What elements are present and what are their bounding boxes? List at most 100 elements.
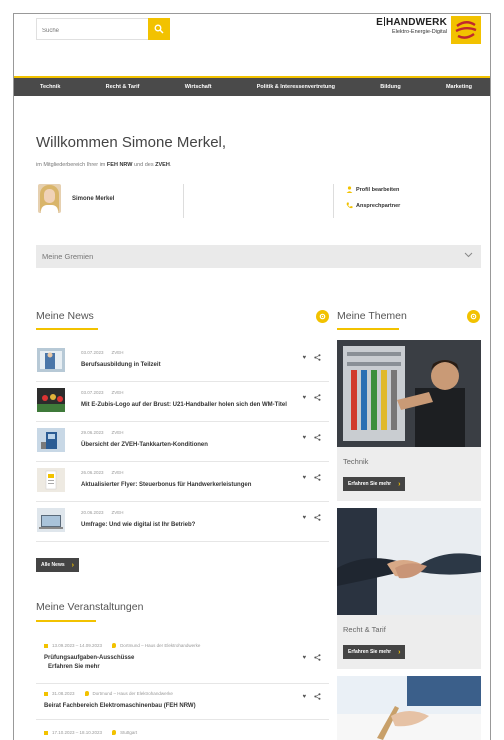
news-date: 26.06.2023 xyxy=(81,470,104,475)
chevron-down-icon xyxy=(464,252,473,258)
news-title[interactable]: Aktualisierter Flyer: Steuerbonus für Ha… xyxy=(81,482,251,488)
news-title[interactable]: Übersicht der ZVEH-Tankkarten-Konditione… xyxy=(81,442,208,448)
news-source: ZVEH xyxy=(111,510,124,515)
event-place: Dortmund – Haus der Elektrohandwerke xyxy=(120,643,201,648)
theme-more-button-recht-tarif[interactable]: Erfahren Sie mehr › xyxy=(343,645,406,659)
share-icon[interactable] xyxy=(314,354,321,361)
share-icon[interactable] xyxy=(314,394,321,401)
events-section-title: Meine Veranstaltungen xyxy=(36,601,144,613)
news-item[interactable]: 20.06.2023 ZVEH Umfrage: Und wie digital … xyxy=(36,502,329,542)
header: EHANDWERK Elektro-Energie-Digital xyxy=(14,14,490,76)
news-item[interactable]: 03.07.2023 ZVEH Mit E-Zubis-Logo auf der … xyxy=(36,382,329,422)
event-meta: 13.09.2023 – 14.09.2023 Dortmund – Haus … xyxy=(44,643,200,648)
news-section-title: Meine News xyxy=(36,310,94,322)
logo-text: E HANDWERK Elektro-Energie-Digital xyxy=(371,17,447,35)
news-meta: 26.06.2023 ZVEH xyxy=(81,470,124,475)
user-icon xyxy=(346,186,353,193)
news-thumbnail xyxy=(37,468,65,492)
heart-icon[interactable]: ♥ xyxy=(302,694,306,700)
event-date: 13.09.2023 – 14.09.2023 xyxy=(52,643,103,648)
theme-label-technik: Technik xyxy=(343,457,369,466)
profile-row: Simone Merkel Profil bearbeiten Ansprech… xyxy=(36,184,481,218)
org-feh-nrw: FEH NRW xyxy=(106,162,133,168)
search-icon xyxy=(154,24,164,34)
logo-letter-e: E xyxy=(376,17,383,28)
event-meta: 31.08.2023 Dortmund – Haus der Elektroha… xyxy=(44,691,173,696)
news-date: 29.06.2023 xyxy=(81,430,104,435)
event-actions: ♥ xyxy=(302,693,321,700)
heart-icon[interactable]: ♥ xyxy=(302,435,306,441)
news-meta: 20.06.2023 ZVEH xyxy=(81,510,124,515)
nav-item-marketing[interactable]: Marketing xyxy=(446,84,472,90)
events-title-underline xyxy=(36,620,96,622)
search-button[interactable] xyxy=(148,18,170,40)
page-title: Willkommen Simone Merkel, xyxy=(36,134,227,151)
heart-icon[interactable]: ♥ xyxy=(302,355,306,361)
event-place: Dortmund – Haus der Elektrohandwerke xyxy=(92,691,173,696)
e-handwerk-logo[interactable]: E HANDWERK Elektro-Energie-Digital xyxy=(371,16,481,44)
event-meta: 17.10.2023 – 18.10.2023 Stuttgart xyxy=(44,730,137,735)
news-title[interactable]: Umfrage: Und wie digital ist Ihr Betrieb… xyxy=(81,522,195,528)
gremien-accordion[interactable]: Meine Gremien xyxy=(36,245,481,268)
chevron-right-icon: › xyxy=(398,480,401,488)
nav-item-recht-tarif[interactable]: Recht & Tarif xyxy=(106,84,140,90)
theme-card-technik: Technik Erfahren Sie mehr › xyxy=(337,447,481,501)
event-title[interactable]: Prüfungsaufgaben-Ausschüsse xyxy=(44,655,134,661)
share-icon[interactable] xyxy=(314,474,321,481)
news-thumbnail xyxy=(37,428,65,452)
news-item[interactable]: 29.06.2023 ZVEH Übersicht der ZVEH-Tankka… xyxy=(36,422,329,462)
heart-icon[interactable]: ♥ xyxy=(302,475,306,481)
event-place: Stuttgart xyxy=(120,730,138,735)
all-news-label: Alle News xyxy=(41,562,65,568)
news-thumbnail xyxy=(37,508,65,532)
news-item[interactable]: 03.07.2023 ZVEH Berufsausbildung in Teilz… xyxy=(36,342,329,382)
event-more-link[interactable]: Erfahren Sie mehr xyxy=(48,664,100,670)
theme-image-third[interactable] xyxy=(337,676,481,740)
location-pin-icon xyxy=(112,643,117,648)
nav-item-bildung[interactable]: Bildung xyxy=(380,84,400,90)
event-date: 31.08.2023 xyxy=(52,691,75,696)
event-item[interactable]: 17.10.2023 – 18.10.2023 Stuttgart xyxy=(36,720,329,740)
share-icon[interactable] xyxy=(314,434,321,441)
news-source: ZVEH xyxy=(111,350,124,355)
news-meta: 03.07.2023 ZVEH xyxy=(81,390,124,395)
nav-item-wirtschaft[interactable]: Wirtschaft xyxy=(185,84,212,90)
news-actions: ♥ xyxy=(302,394,321,401)
divider xyxy=(183,184,184,218)
news-settings-gear-icon[interactable] xyxy=(316,310,329,323)
share-icon[interactable] xyxy=(314,654,321,661)
search-input[interactable] xyxy=(37,21,147,41)
phone-icon xyxy=(346,202,353,209)
event-title[interactable]: Beirat Fachbereich Elektromaschinenbau (… xyxy=(44,703,196,709)
theme-image-recht-tarif[interactable] xyxy=(337,508,481,615)
share-icon[interactable] xyxy=(314,693,321,700)
nav-item-technik[interactable]: Technik xyxy=(40,84,60,90)
news-actions: ♥ xyxy=(302,514,321,521)
search-box xyxy=(36,18,170,41)
heart-icon[interactable]: ♥ xyxy=(302,655,306,661)
all-news-button[interactable]: Alle News › xyxy=(36,558,79,572)
calendar-icon xyxy=(44,643,48,648)
themes-settings-gear-icon[interactable] xyxy=(467,310,480,323)
event-item[interactable]: 31.08.2023 Dortmund – Haus der Elektroha… xyxy=(36,684,329,720)
welcome-sub-prefix: im Mitgliederbereich Ihrer im xyxy=(36,162,106,168)
theme-image-technik[interactable] xyxy=(337,340,481,447)
contact-person-link[interactable]: Ansprechpartner xyxy=(346,202,400,209)
edit-profile-link[interactable]: Profil bearbeiten xyxy=(346,186,399,193)
location-pin-icon xyxy=(84,691,89,696)
user-name: Simone Merkel xyxy=(72,196,115,202)
event-item[interactable]: 13.09.2023 – 14.09.2023 Dortmund – Haus … xyxy=(36,636,329,684)
heart-icon[interactable]: ♥ xyxy=(302,515,306,521)
heart-icon[interactable]: ♥ xyxy=(302,395,306,401)
themes-title-underline xyxy=(337,328,399,330)
news-title[interactable]: Berufsausbildung in Teilzeit xyxy=(81,362,161,368)
news-item[interactable]: 26.06.2023 ZVEH Aktualisierter Flyer: Ste… xyxy=(36,462,329,502)
nav-item-politik[interactable]: Politik & Interessenvertretung xyxy=(257,84,335,90)
welcome-subtitle: im Mitgliederbereich Ihrer im FEH NRW un… xyxy=(36,162,171,168)
theme-more-button-technik[interactable]: Erfahren Sie mehr › xyxy=(343,477,406,491)
divider xyxy=(333,184,334,218)
share-icon[interactable] xyxy=(314,514,321,521)
news-title[interactable]: Mit E-Zubis-Logo auf der Brust: U21-Hand… xyxy=(81,402,287,408)
edit-profile-label: Profil bearbeiten xyxy=(356,186,400,193)
news-date: 03.07.2023 xyxy=(81,390,104,395)
